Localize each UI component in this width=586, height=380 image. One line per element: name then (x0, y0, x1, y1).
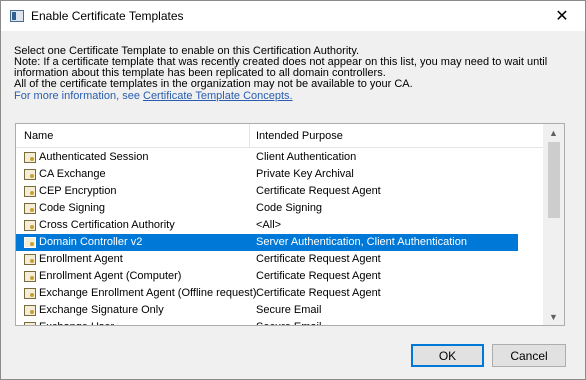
more-info-prefix: For more information, see (14, 90, 143, 102)
template-intended-purpose: Code Signing (256, 202, 323, 214)
list-item[interactable]: Exchange Enrollment Agent (Offline reque… (16, 285, 543, 302)
template-name: Authenticated Session (39, 151, 149, 163)
list-item[interactable]: Exchange User Secure Email (16, 319, 543, 325)
template-intended-purpose: Server Authentication, Client Authentica… (256, 236, 467, 248)
template-name: Enrollment Agent (39, 253, 123, 265)
enable-certificate-templates-dialog: Enable Certificate Templates ✕ Select on… (0, 0, 586, 380)
template-intended-purpose: Certificate Request Agent (256, 287, 381, 299)
list-header: Name Intended Purpose (16, 124, 543, 148)
certificate-templates-list[interactable]: Name Intended Purpose Authenticated Sess… (15, 123, 565, 326)
template-name: Code Signing (39, 202, 106, 214)
certificate-template-icon (24, 271, 36, 282)
certificate-template-icon (24, 288, 36, 299)
certificate-template-icon (24, 322, 36, 325)
certificate-template-concepts-link[interactable]: Certificate Template Concepts. (143, 90, 293, 102)
template-name: Domain Controller v2 (39, 236, 143, 248)
certificate-template-icon (24, 169, 36, 180)
scroll-up-arrow-icon[interactable]: ▲ (543, 124, 564, 141)
scrollbar-thumb[interactable] (548, 142, 560, 218)
list-item[interactable]: Domain Controller v2 Server Authenticatio… (16, 234, 518, 251)
template-intended-purpose: <All> (256, 219, 282, 231)
close-button[interactable]: ✕ (539, 1, 585, 31)
cancel-button[interactable]: Cancel (492, 344, 566, 367)
certificate-template-icon (24, 237, 36, 248)
column-header-name[interactable]: Name (24, 130, 53, 142)
window-icon (10, 10, 24, 22)
list-rows: Authenticated Session Client Authenticati… (16, 149, 543, 325)
list-item[interactable]: Enrollment Agent (Computer) Certificate R… (16, 268, 543, 285)
list-item[interactable]: Code Signing Code Signing (16, 200, 543, 217)
template-intended-purpose: Client Authentication (256, 151, 357, 163)
scroll-down-arrow-icon[interactable]: ▼ (543, 308, 564, 325)
certificate-template-icon (24, 254, 36, 265)
template-name: Exchange Signature Only (39, 304, 164, 316)
certificate-template-icon (24, 203, 36, 214)
list-item[interactable]: Enrollment Agent Certificate Request Agen… (16, 251, 543, 268)
title-bar[interactable]: Enable Certificate Templates ✕ (1, 1, 585, 31)
template-name: Exchange User (39, 319, 114, 325)
more-info-line: For more information, see Certificate Te… (14, 91, 579, 102)
ok-button[interactable]: OK (411, 344, 484, 367)
template-intended-purpose: Secure Email (256, 319, 321, 325)
certificate-template-icon (24, 220, 36, 231)
certificate-template-icon (24, 305, 36, 316)
vertical-scrollbar[interactable]: ▲ ▼ (543, 124, 564, 325)
column-header-intended-purpose[interactable]: Intended Purpose (256, 130, 343, 142)
template-intended-purpose: Private Key Archival (256, 168, 354, 180)
template-name: Enrollment Agent (Computer) (39, 270, 182, 282)
list-item[interactable]: CA Exchange Private Key Archival (16, 166, 543, 183)
intro-text: Select one Certificate Template to enabl… (14, 46, 579, 102)
certificate-template-icon (24, 152, 36, 163)
column-divider[interactable] (249, 124, 250, 148)
intro-line-4: All of the certificate templates in the … (14, 78, 413, 90)
list-item[interactable]: Authenticated Session Client Authenticati… (16, 149, 543, 166)
template-intended-purpose: Certificate Request Agent (256, 253, 381, 265)
window-title: Enable Certificate Templates (31, 9, 184, 23)
list-item[interactable]: CEP Encryption Certificate Request Agent (16, 183, 543, 200)
template-intended-purpose: Certificate Request Agent (256, 270, 381, 282)
certificate-template-icon (24, 186, 36, 197)
list-item[interactable]: Exchange Signature Only Secure Email (16, 302, 543, 319)
template-name: Cross Certification Authority (39, 219, 175, 231)
template-intended-purpose: Secure Email (256, 304, 322, 316)
template-name: Exchange Enrollment Agent (Offline reque… (39, 287, 257, 299)
template-intended-purpose: Certificate Request Agent (256, 185, 381, 197)
template-name: CA Exchange (39, 168, 106, 180)
list-item[interactable]: Cross Certification Authority <All> (16, 217, 543, 234)
template-name: CEP Encryption (39, 185, 117, 197)
